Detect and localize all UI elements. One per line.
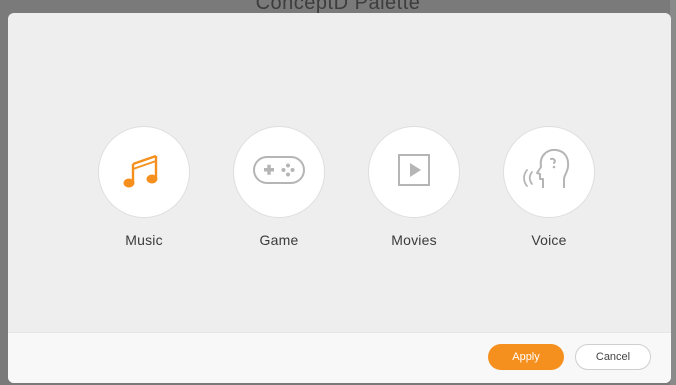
dialog-footer: Apply Cancel <box>8 332 671 383</box>
cancel-button[interactable]: Cancel <box>575 344 651 370</box>
voice-head-icon <box>521 145 577 200</box>
play-icon <box>394 150 434 195</box>
option-game[interactable]: Game <box>231 126 327 248</box>
music-note-icon <box>121 147 167 198</box>
mode-options: Music Game Movies Voice <box>8 13 671 333</box>
option-music-label: Music <box>125 232 163 248</box>
option-voice[interactable]: Voice <box>501 126 597 248</box>
apply-button[interactable]: Apply <box>488 344 564 370</box>
option-music[interactable]: Music <box>96 126 192 248</box>
option-game-label: Game <box>259 232 299 248</box>
mode-selection-dialog: Music Game Movies Voice Apply Cancel <box>8 13 671 383</box>
option-voice-circle[interactable] <box>503 126 595 218</box>
option-music-circle[interactable] <box>98 126 190 218</box>
gamepad-icon <box>249 150 309 195</box>
option-movies[interactable]: Movies <box>366 126 462 248</box>
option-game-circle[interactable] <box>233 126 325 218</box>
option-movies-circle[interactable] <box>368 126 460 218</box>
option-voice-label: Voice <box>531 232 567 248</box>
option-movies-label: Movies <box>391 232 437 248</box>
